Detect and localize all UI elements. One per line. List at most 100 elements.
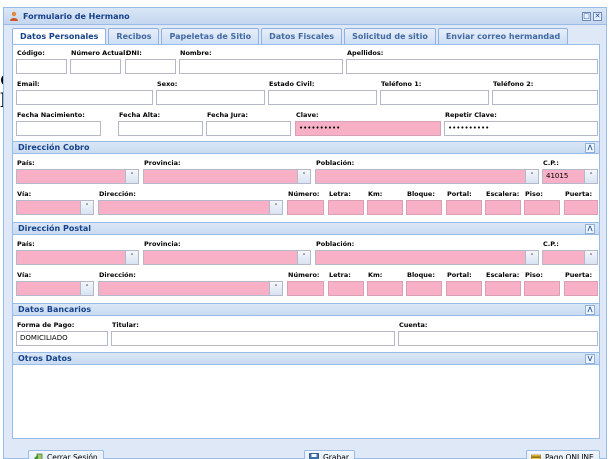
- member-form-window: Formulario de Hermano □ ✕ Datos Personal…: [3, 7, 607, 459]
- cobro-poblacion-select[interactable]: ˅: [315, 169, 539, 184]
- fecha-nacimiento-field[interactable]: [16, 121, 101, 136]
- collapse-icon[interactable]: ⋀: [585, 143, 595, 153]
- cobro-poblacion-label: Población:: [316, 159, 355, 167]
- nombre-label: Nombre:: [180, 49, 212, 57]
- cobro-portal-field[interactable]: [446, 200, 482, 215]
- postal-bloque-field[interactable]: [406, 281, 442, 296]
- cobro-escalera-field[interactable]: [485, 200, 521, 215]
- tab-enviar-correo[interactable]: Enviar correo hermandad: [437, 28, 569, 44]
- postal-poblacion-label: Población:: [316, 240, 355, 248]
- cobro-via-label: Vía:: [17, 190, 32, 198]
- pay-online-button[interactable]: Pago ONLINE: [526, 450, 600, 459]
- postal-cp-select[interactable]: ˅: [542, 250, 598, 265]
- chevron-down-icon[interactable]: ˅: [297, 251, 310, 264]
- chevron-down-icon[interactable]: ˅: [80, 282, 93, 295]
- close-icon[interactable]: ✕: [593, 11, 602, 21]
- postal-portal-label: Portal:: [447, 271, 472, 279]
- chevron-down-icon[interactable]: ˅: [269, 201, 282, 214]
- telefono2-label: Teléfono 2:: [493, 80, 534, 88]
- apellidos-field[interactable]: [346, 59, 598, 74]
- fecha-alta-field[interactable]: [118, 121, 203, 136]
- postal-direccion-select[interactable]: ˅: [98, 281, 283, 296]
- postal-puerta-field[interactable]: [564, 281, 598, 296]
- cobro-piso-field[interactable]: [524, 200, 560, 215]
- cobro-provincia-select[interactable]: ˅: [143, 169, 311, 184]
- postal-km-label: Km:: [368, 271, 383, 279]
- chevron-down-icon[interactable]: ˅: [125, 170, 138, 183]
- logout-label: Cerrar Sesión: [47, 453, 98, 459]
- postal-puerta-label: Puerta:: [565, 271, 593, 279]
- cobro-via-select[interactable]: ˅: [16, 200, 94, 215]
- tab-datos-fiscales[interactable]: Datos Fiscales: [261, 28, 343, 44]
- user-icon: [10, 11, 18, 21]
- forma-pago-label: Forma de Pago:: [17, 321, 75, 329]
- repetir-clave-label: Repetir Clave:: [445, 111, 497, 119]
- chevron-down-icon[interactable]: ˅: [80, 201, 93, 214]
- telefono1-field[interactable]: [380, 90, 489, 105]
- chevron-down-icon[interactable]: ˅: [525, 251, 538, 264]
- postal-pais-select[interactable]: ˅: [16, 250, 139, 265]
- postal-piso-field[interactable]: [524, 281, 560, 296]
- cuenta-field[interactable]: [398, 331, 598, 346]
- section-direccion-cobro: Dirección Cobro ⋀: [13, 141, 599, 154]
- logout-button[interactable]: Cerrar Sesión: [28, 450, 104, 459]
- cobro-cp-select[interactable]: 41015 ˅: [542, 169, 598, 184]
- pay-online-label: Pago ONLINE: [545, 453, 594, 459]
- titular-field[interactable]: [111, 331, 395, 346]
- chevron-down-icon[interactable]: ˅: [525, 170, 538, 183]
- expand-icon[interactable]: ⋁: [585, 354, 595, 364]
- tab-solicitud-de-sitio[interactable]: Solicitud de sitio: [344, 28, 436, 44]
- postal-letra-field[interactable]: [328, 281, 364, 296]
- forma-pago-field[interactable]: DOMICILIADO: [16, 331, 108, 346]
- chevron-down-icon[interactable]: ˅: [269, 282, 282, 295]
- cobro-puerta-label: Puerta:: [565, 190, 593, 198]
- sexo-field[interactable]: [156, 90, 265, 105]
- fecha-jura-field[interactable]: [206, 121, 291, 136]
- save-label: Grabar: [323, 453, 349, 459]
- postal-numero-field[interactable]: [287, 281, 324, 296]
- postal-provincia-select[interactable]: ˅: [143, 250, 311, 265]
- collapse-icon[interactable]: ⋀: [585, 224, 595, 234]
- cobro-numero-field[interactable]: [287, 200, 324, 215]
- section-direccion-cobro-title: Dirección Cobro: [18, 143, 90, 152]
- postal-bloque-label: Bloque:: [407, 271, 435, 279]
- chevron-down-icon[interactable]: ˅: [584, 251, 597, 264]
- tab-papeletas-de-sitio[interactable]: Papeletas de Sitio: [161, 28, 260, 44]
- numero-actual-field[interactable]: [70, 59, 121, 74]
- repetir-clave-field[interactable]: ••••••••••: [444, 121, 598, 136]
- dni-field[interactable]: [125, 59, 176, 74]
- collapse-icon[interactable]: ⋀: [585, 305, 595, 315]
- tab-body: Código: Número Actual: DNI: Nombre: Apel…: [12, 44, 600, 439]
- chevron-down-icon[interactable]: ˅: [584, 170, 597, 183]
- chevron-down-icon[interactable]: ˅: [297, 170, 310, 183]
- tab-recibos[interactable]: Recibos: [108, 28, 160, 44]
- chevron-down-icon[interactable]: ˅: [125, 251, 138, 264]
- nombre-field[interactable]: [179, 59, 343, 74]
- postal-poblacion-select[interactable]: ˅: [315, 250, 539, 265]
- tab-datos-personales[interactable]: Datos Personales: [12, 28, 107, 45]
- postal-portal-field[interactable]: [446, 281, 482, 296]
- postal-cp-label: C.P.:: [543, 240, 559, 248]
- postal-escalera-field[interactable]: [485, 281, 521, 296]
- estado-civil-field[interactable]: [268, 90, 377, 105]
- cobro-km-field[interactable]: [367, 200, 403, 215]
- postal-via-select[interactable]: ˅: [16, 281, 94, 296]
- apellidos-label: Apellidos:: [347, 49, 384, 57]
- save-button[interactable]: Grabar: [304, 450, 355, 459]
- clave-label: Clave:: [296, 111, 319, 119]
- clave-field[interactable]: ••••••••••: [295, 121, 441, 136]
- codigo-field[interactable]: [16, 59, 67, 74]
- maximize-icon[interactable]: □: [582, 11, 591, 21]
- payment-icon: [531, 454, 541, 459]
- cobro-direccion-select[interactable]: ˅: [98, 200, 283, 215]
- cobro-letra-field[interactable]: [328, 200, 364, 215]
- postal-km-field[interactable]: [367, 281, 403, 296]
- cobro-bloque-field[interactable]: [406, 200, 442, 215]
- dni-label: DNI:: [126, 49, 142, 57]
- postal-via-label: Vía:: [17, 271, 32, 279]
- cobro-pais-select[interactable]: ˅: [16, 169, 139, 184]
- telefono2-field[interactable]: [492, 90, 598, 105]
- email-field[interactable]: [16, 90, 153, 105]
- titular-label: Titular:: [112, 321, 139, 329]
- cobro-puerta-field[interactable]: [564, 200, 598, 215]
